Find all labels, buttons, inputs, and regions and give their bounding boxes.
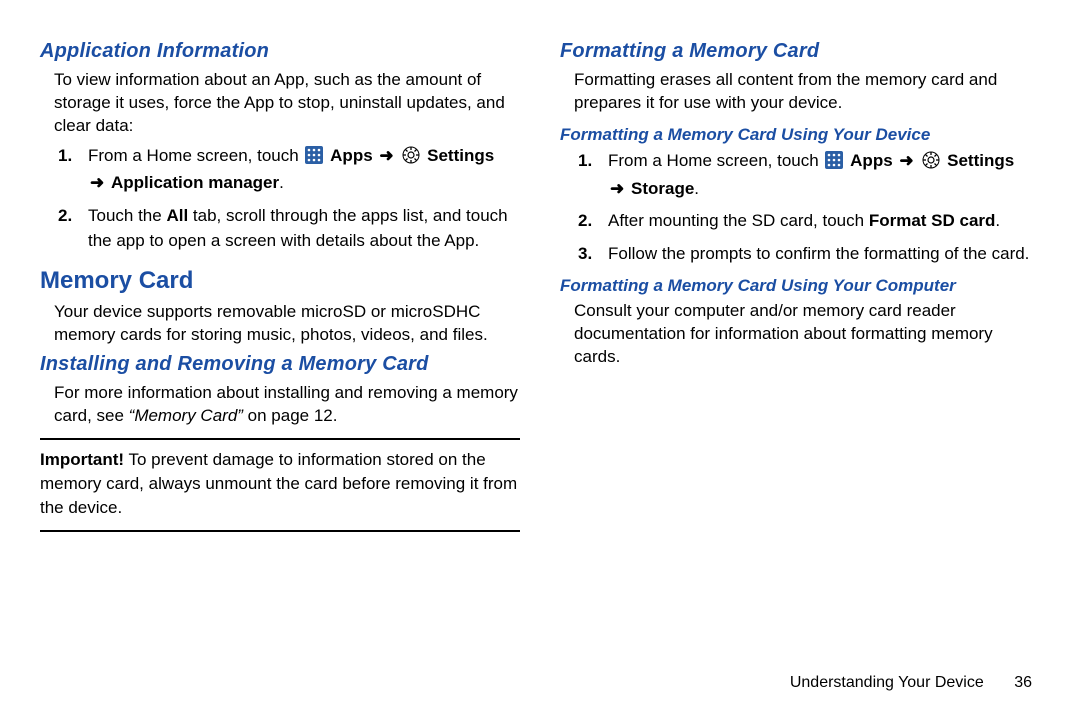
step-1: From a Home screen, touch Apps ➜ Setting… [578, 149, 1040, 201]
step-1: From a Home screen, touch Apps ➜ Setting… [58, 144, 520, 196]
page-number: 36 [1014, 674, 1032, 691]
install-crossref: “Memory Card” [129, 406, 243, 425]
settings-label: Settings [947, 151, 1014, 170]
install-remove-text: For more information about installing an… [54, 382, 520, 428]
install-text-b: on page 12. [243, 406, 338, 425]
arrow-icon: ➜ [377, 146, 395, 165]
settings-gear-icon [402, 146, 420, 172]
settings-label: Settings [427, 146, 494, 165]
apps-label: Apps [850, 151, 893, 170]
period: . [995, 211, 1000, 230]
apps-label: Apps [330, 146, 373, 165]
heading-install-remove: Installing and Removing a Memory Card [40, 353, 520, 376]
step2-a: After mounting the SD card, touch [608, 211, 869, 230]
step1-pretext: From a Home screen, touch [608, 151, 823, 170]
format-sd-label: Format SD card [869, 211, 996, 230]
app-manager-label: Application manager [111, 173, 279, 192]
step1-pretext: From a Home screen, touch [88, 146, 303, 165]
apps-grid-icon [825, 151, 843, 177]
step-3: Follow the prompts to confirm the format… [578, 242, 1040, 267]
heading-format-device: Formatting a Memory Card Using Your Devi… [560, 125, 1040, 145]
all-tab-label: All [166, 206, 188, 225]
arrow-icon: ➜ [897, 151, 915, 170]
footer-section-title: Understanding Your Device [790, 674, 984, 691]
manual-page: Application Information To view informat… [0, 0, 1080, 720]
apps-grid-icon [305, 146, 323, 172]
left-column: Application Information To view informat… [40, 40, 520, 532]
format-device-steps: From a Home screen, touch Apps ➜ Setting… [578, 149, 1040, 267]
two-column-layout: Application Information To view informat… [40, 40, 1040, 532]
arrow-icon: ➜ [608, 179, 626, 198]
important-note: Important! To prevent damage to informat… [40, 438, 520, 531]
period: . [694, 179, 699, 198]
memory-card-intro: Your device supports removable microSD o… [54, 301, 520, 347]
arrow-icon: ➜ [88, 173, 106, 192]
step-2: Touch the All tab, scroll through the ap… [58, 204, 520, 253]
period: . [279, 173, 284, 192]
heading-format-computer: Formatting a Memory Card Using Your Comp… [560, 276, 1040, 296]
step3-text: Follow the prompts to confirm the format… [608, 244, 1029, 263]
step2-part-a: Touch the [88, 206, 166, 225]
important-label: Important! [40, 450, 124, 469]
heading-memory-card: Memory Card [40, 267, 520, 295]
formatting-intro: Formatting erases all content from the m… [574, 69, 1040, 115]
app-info-intro: To view information about an App, such a… [54, 69, 520, 138]
app-info-steps: From a Home screen, touch Apps ➜ Setting… [58, 144, 520, 254]
heading-formatting: Formatting a Memory Card [560, 40, 1040, 63]
format-computer-text: Consult your computer and/or memory card… [574, 300, 1040, 369]
right-column: Formatting a Memory Card Formatting eras… [560, 40, 1040, 532]
step-2: After mounting the SD card, touch Format… [578, 209, 1040, 234]
page-footer: Understanding Your Device 36 [790, 674, 1032, 692]
heading-application-information: Application Information [40, 40, 520, 63]
settings-gear-icon [922, 151, 940, 177]
storage-label: Storage [631, 179, 694, 198]
